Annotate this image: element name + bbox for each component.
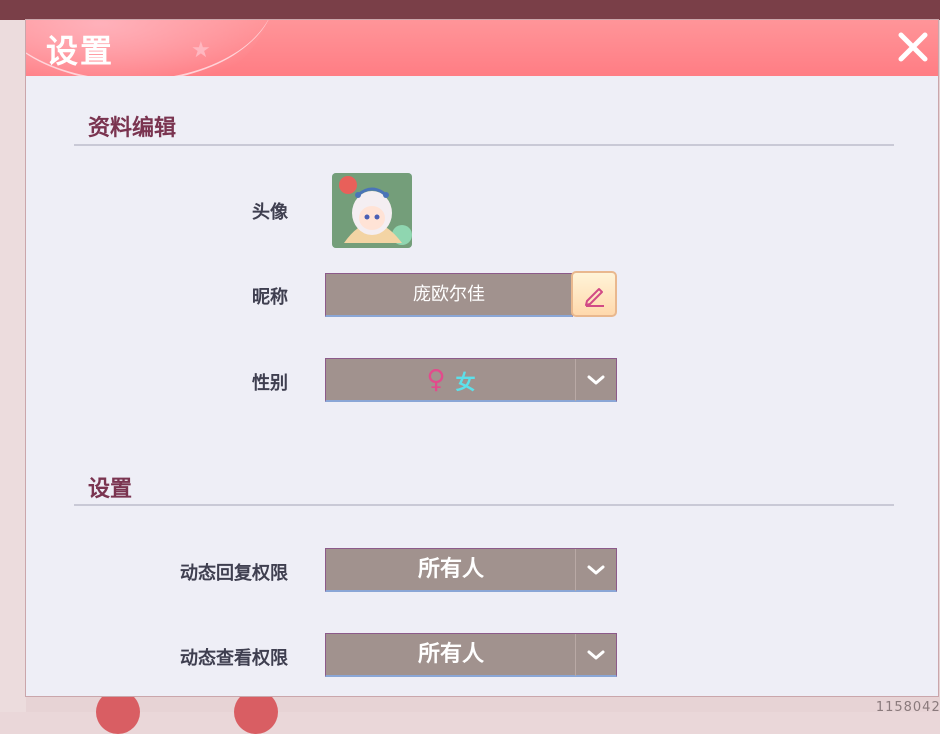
backdrop-round-button bbox=[234, 690, 278, 734]
chevron-down-icon bbox=[587, 565, 605, 575]
avatar-label: 头像 bbox=[252, 202, 288, 223]
backdrop-round-button bbox=[96, 690, 140, 734]
close-button[interactable] bbox=[894, 28, 932, 66]
close-icon bbox=[898, 32, 928, 62]
nickname-field[interactable]: 庞欧尔佳 bbox=[325, 273, 573, 317]
star-icon: ★ bbox=[191, 38, 211, 63]
chevron-down-icon bbox=[587, 650, 605, 660]
view-permission-label: 动态查看权限 bbox=[180, 648, 288, 669]
avatar-image bbox=[332, 173, 412, 248]
gender-value: 女 bbox=[455, 369, 476, 394]
pencil-icon bbox=[585, 288, 604, 307]
view-permission-value: 所有人 bbox=[417, 642, 484, 667]
backdrop-top-bar bbox=[0, 0, 940, 20]
backdrop-left-strip bbox=[0, 20, 26, 712]
nickname-label: 昵称 bbox=[252, 287, 288, 308]
view-permission-select[interactable]: 所有人 bbox=[325, 633, 617, 677]
view-permission-dropdown-button[interactable] bbox=[575, 634, 616, 676]
gender-select[interactable]: ♀ 女 bbox=[325, 358, 617, 402]
gender-value-group: ♀ 女 bbox=[326, 359, 576, 401]
avatar[interactable] bbox=[332, 173, 412, 248]
gender-label: 性别 bbox=[252, 373, 288, 394]
footer-code: 11580422 bbox=[875, 700, 940, 715]
female-icon: ♀ bbox=[426, 365, 446, 395]
settings-section-title: 设置 bbox=[88, 477, 133, 502]
reply-permission-label: 动态回复权限 bbox=[180, 563, 288, 584]
reply-permission-value: 所有人 bbox=[417, 557, 484, 582]
section-divider bbox=[74, 144, 894, 146]
nickname-value: 庞欧尔佳 bbox=[413, 284, 485, 305]
reply-permission-dropdown-button[interactable] bbox=[575, 549, 616, 591]
chevron-down-icon bbox=[587, 375, 605, 385]
profile-section-title: 资料编辑 bbox=[88, 116, 177, 141]
edit-nickname-button[interactable] bbox=[571, 271, 617, 317]
dialog-header: ★ 设置 bbox=[26, 20, 938, 76]
dialog-title: 设置 bbox=[46, 32, 115, 70]
gender-dropdown-button[interactable] bbox=[575, 359, 616, 401]
section-divider bbox=[74, 504, 894, 506]
settings-dialog: ★ 设置 资料编辑 头像 昵称 庞欧尔佳 性别 ♀ 女 设置 动态回复权限 所有… bbox=[26, 20, 938, 696]
reply-permission-select[interactable]: 所有人 bbox=[325, 548, 617, 592]
